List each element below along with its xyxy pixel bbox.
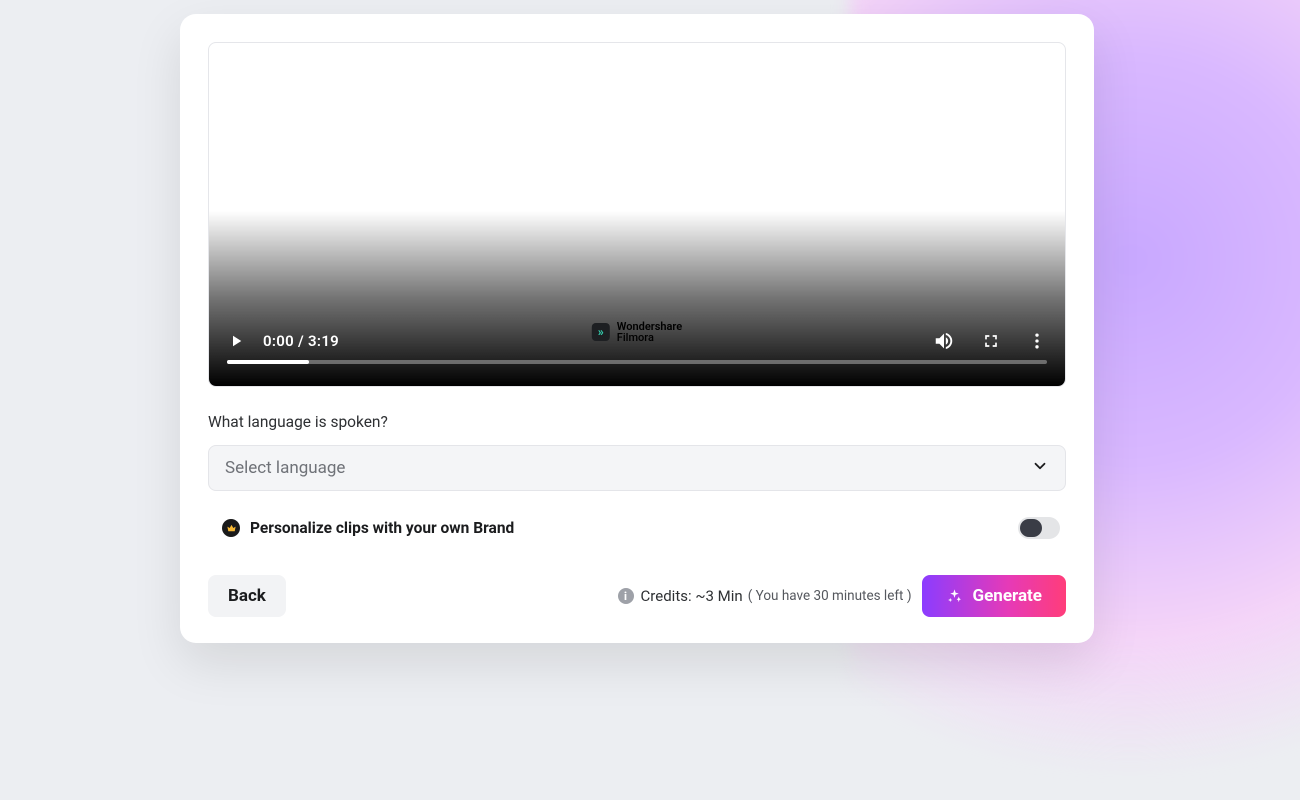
language-select[interactable]: Select language xyxy=(208,445,1066,491)
fullscreen-icon[interactable] xyxy=(981,331,1001,351)
video-progress-bar[interactable] xyxy=(227,360,1047,364)
language-question-label: What language is spoken? xyxy=(208,413,1066,431)
video-preview[interactable]: » Wondershare Filmora 0:00 / 3:19 xyxy=(208,42,1066,387)
credits-display: i Credits: ~3 Min ( You have 30 minutes … xyxy=(618,587,912,605)
video-progress-fill xyxy=(227,360,309,364)
info-icon: i xyxy=(618,588,634,604)
play-icon[interactable] xyxy=(227,332,245,350)
generate-button[interactable]: Generate xyxy=(922,575,1066,617)
credits-note: ( You have 30 minutes left ) xyxy=(748,588,912,604)
more-options-icon[interactable] xyxy=(1027,331,1047,351)
language-placeholder: Select language xyxy=(225,458,345,478)
personalize-toggle[interactable] xyxy=(1018,517,1060,539)
personalize-label: Personalize clips with your own Brand xyxy=(250,519,514,537)
generate-label: Generate xyxy=(973,586,1042,606)
back-button[interactable]: Back xyxy=(208,575,286,617)
volume-icon[interactable] xyxy=(933,330,955,352)
video-controls: 0:00 / 3:19 xyxy=(209,312,1065,386)
main-card: » Wondershare Filmora 0:00 / 3:19 xyxy=(180,14,1094,643)
sparkle-icon xyxy=(946,588,963,605)
personalize-row: Personalize clips with your own Brand xyxy=(208,517,1066,539)
chevron-down-icon xyxy=(1031,457,1049,479)
credits-text: Credits: ~3 Min xyxy=(641,587,743,605)
footer-row: Back i Credits: ~3 Min ( You have 30 min… xyxy=(208,575,1066,617)
toggle-knob xyxy=(1020,519,1042,537)
video-time-display: 0:00 / 3:19 xyxy=(263,332,339,350)
premium-crown-icon xyxy=(222,519,240,537)
